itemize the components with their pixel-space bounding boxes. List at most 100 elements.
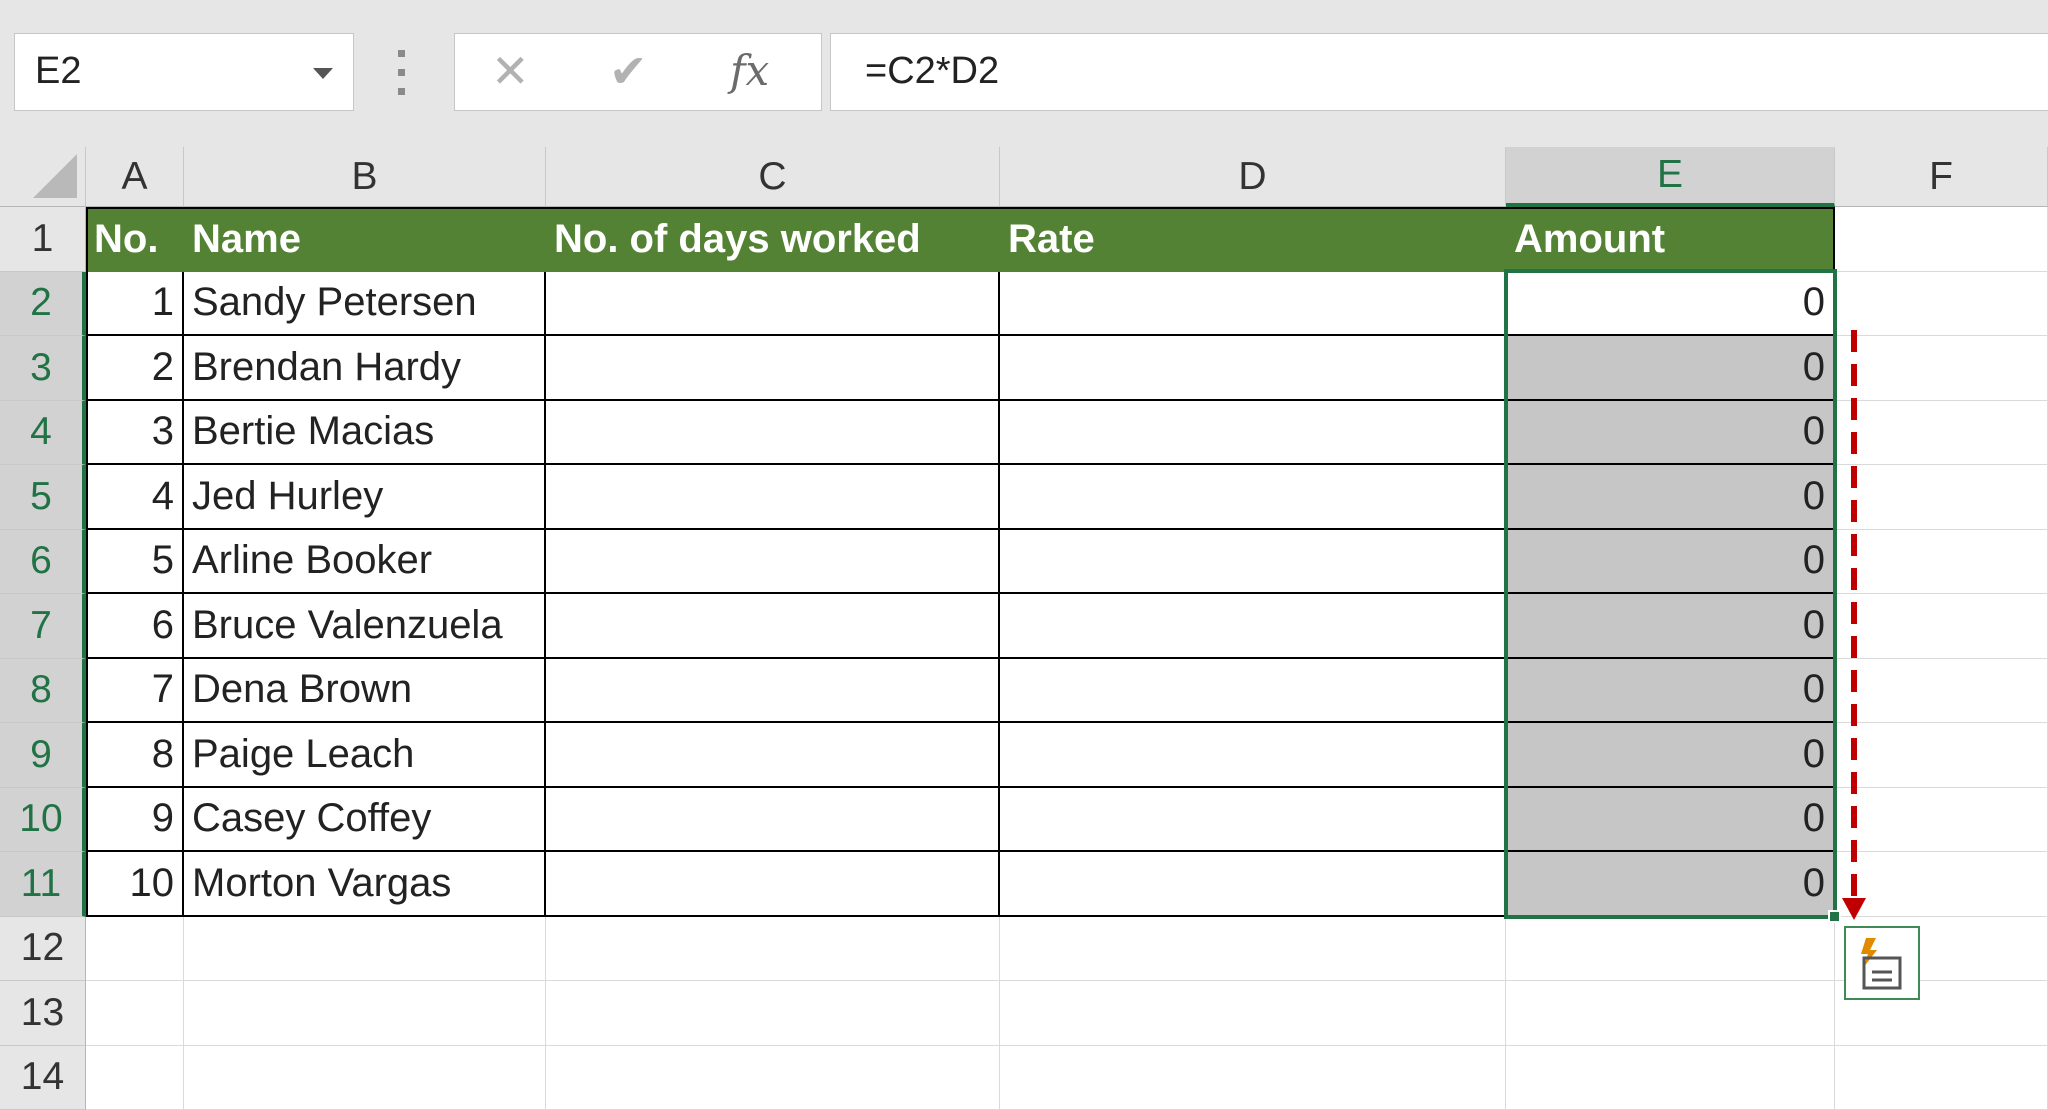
header-cell-name[interactable]: Name <box>184 207 546 272</box>
cell-f1[interactable] <box>1835 207 2048 272</box>
fill-handle[interactable] <box>1828 910 1841 923</box>
cell-rate[interactable] <box>1000 852 1506 917</box>
cell-name[interactable]: Morton Vargas <box>184 852 546 917</box>
cell-no[interactable]: 4 <box>86 465 184 530</box>
x-icon[interactable]: ✕ <box>491 48 530 94</box>
cell-rate[interactable] <box>1000 788 1506 853</box>
select-all-button[interactable] <box>0 147 86 207</box>
cell-no[interactable]: 3 <box>86 401 184 466</box>
cell-days[interactable] <box>546 659 1000 724</box>
cell-f[interactable] <box>1835 659 2048 724</box>
cell-amount[interactable]: 0 <box>1506 465 1835 530</box>
cell-no[interactable]: 9 <box>86 788 184 853</box>
cell-rate[interactable] <box>1000 465 1506 530</box>
cell-amount[interactable]: 0 <box>1506 659 1835 724</box>
row-header-10[interactable]: 10 <box>0 788 86 853</box>
cell-f[interactable] <box>1835 401 2048 466</box>
cell-name[interactable]: Paige Leach <box>184 723 546 788</box>
header-cell-days[interactable]: No. of days worked <box>546 207 1000 272</box>
cell-name[interactable]: Bertie Macias <box>184 401 546 466</box>
row-header-1[interactable]: 1 <box>0 207 86 272</box>
cell-days[interactable] <box>546 465 1000 530</box>
cell-f[interactable] <box>1835 723 2048 788</box>
row-header-2[interactable]: 2 <box>0 272 86 337</box>
cell-no[interactable]: 1 <box>86 272 184 337</box>
empty-cell[interactable] <box>86 917 184 982</box>
header-cell-no[interactable]: No. <box>86 207 184 272</box>
empty-cell[interactable] <box>1506 917 1835 982</box>
row-header-13[interactable]: 13 <box>0 981 86 1046</box>
cell-f[interactable] <box>1835 594 2048 659</box>
cell-days[interactable] <box>546 723 1000 788</box>
empty-cell[interactable] <box>1506 981 1835 1046</box>
row-header-14[interactable]: 14 <box>0 1046 86 1110</box>
cell-name[interactable]: Bruce Valenzuela <box>184 594 546 659</box>
cell-name[interactable]: Arline Booker <box>184 530 546 595</box>
cell-rate[interactable] <box>1000 530 1506 595</box>
cell-rate[interactable] <box>1000 272 1506 337</box>
cell-name[interactable]: Jed Hurley <box>184 465 546 530</box>
cell-name[interactable]: Brendan Hardy <box>184 336 546 401</box>
cell-days[interactable] <box>546 336 1000 401</box>
row-header-8[interactable]: 8 <box>0 659 86 724</box>
cell-name[interactable]: Sandy Petersen <box>184 272 546 337</box>
cell-amount[interactable]: 0 <box>1506 723 1835 788</box>
row-header-12[interactable]: 12 <box>0 917 86 982</box>
column-header-e[interactable]: E <box>1506 147 1835 207</box>
grip-handle-icon[interactable] <box>398 50 406 96</box>
column-header-c[interactable]: C <box>546 147 1000 207</box>
quick-analysis-button[interactable] <box>1844 926 1920 1000</box>
empty-cell[interactable] <box>1000 981 1506 1046</box>
empty-cell[interactable] <box>1506 1046 1835 1110</box>
cell-no[interactable]: 5 <box>86 530 184 595</box>
row-header-4[interactable]: 4 <box>0 401 86 466</box>
cell-f[interactable] <box>1835 530 2048 595</box>
empty-cell[interactable] <box>184 1046 546 1110</box>
cell-f[interactable] <box>1835 336 2048 401</box>
cell-amount[interactable]: 0 <box>1506 336 1835 401</box>
cell-f[interactable] <box>1835 788 2048 853</box>
cell-amount[interactable]: 0 <box>1506 530 1835 595</box>
empty-cell[interactable] <box>546 1046 1000 1110</box>
row-header-6[interactable]: 6 <box>0 530 86 595</box>
cell-amount[interactable]: 0 <box>1506 788 1835 853</box>
empty-cell[interactable] <box>86 1046 184 1110</box>
cell-no[interactable]: 10 <box>86 852 184 917</box>
column-header-f[interactable]: F <box>1835 147 2048 207</box>
row-header-9[interactable]: 9 <box>0 723 86 788</box>
cell-no[interactable]: 2 <box>86 336 184 401</box>
empty-cell[interactable] <box>1000 917 1506 982</box>
cell-days[interactable] <box>546 272 1000 337</box>
cell-rate[interactable] <box>1000 659 1506 724</box>
cell-no[interactable]: 6 <box>86 594 184 659</box>
formula-input[interactable]: =C2*D2 <box>830 33 2048 111</box>
row-header-11[interactable]: 11 <box>0 852 86 917</box>
cell-rate[interactable] <box>1000 723 1506 788</box>
cell-rate[interactable] <box>1000 336 1506 401</box>
header-cell-rate[interactable]: Rate <box>1000 207 1506 272</box>
empty-cell[interactable] <box>1835 1046 2048 1110</box>
empty-cell[interactable] <box>546 917 1000 982</box>
cell-no[interactable]: 7 <box>86 659 184 724</box>
empty-cell[interactable] <box>184 917 546 982</box>
cell-rate[interactable] <box>1000 594 1506 659</box>
cell-days[interactable] <box>546 594 1000 659</box>
row-header-5[interactable]: 5 <box>0 465 86 530</box>
cell-amount[interactable]: 0 <box>1506 852 1835 917</box>
empty-cell[interactable] <box>546 981 1000 1046</box>
cell-amount[interactable]: 0 <box>1506 594 1835 659</box>
cell-amount[interactable]: 0 <box>1506 272 1835 337</box>
cell-name[interactable]: Dena Brown <box>184 659 546 724</box>
cell-f[interactable] <box>1835 465 2048 530</box>
column-header-d[interactable]: D <box>1000 147 1506 207</box>
cell-rate[interactable] <box>1000 401 1506 466</box>
row-header-7[interactable]: 7 <box>0 594 86 659</box>
column-header-b[interactable]: B <box>184 147 546 207</box>
row-header-3[interactable]: 3 <box>0 336 86 401</box>
cell-days[interactable] <box>546 852 1000 917</box>
cell-f[interactable] <box>1835 852 2048 917</box>
cell-days[interactable] <box>546 401 1000 466</box>
insert-function-button[interactable]: fx <box>730 48 769 94</box>
cell-days[interactable] <box>546 788 1000 853</box>
name-box[interactable]: E2 <box>14 33 354 111</box>
